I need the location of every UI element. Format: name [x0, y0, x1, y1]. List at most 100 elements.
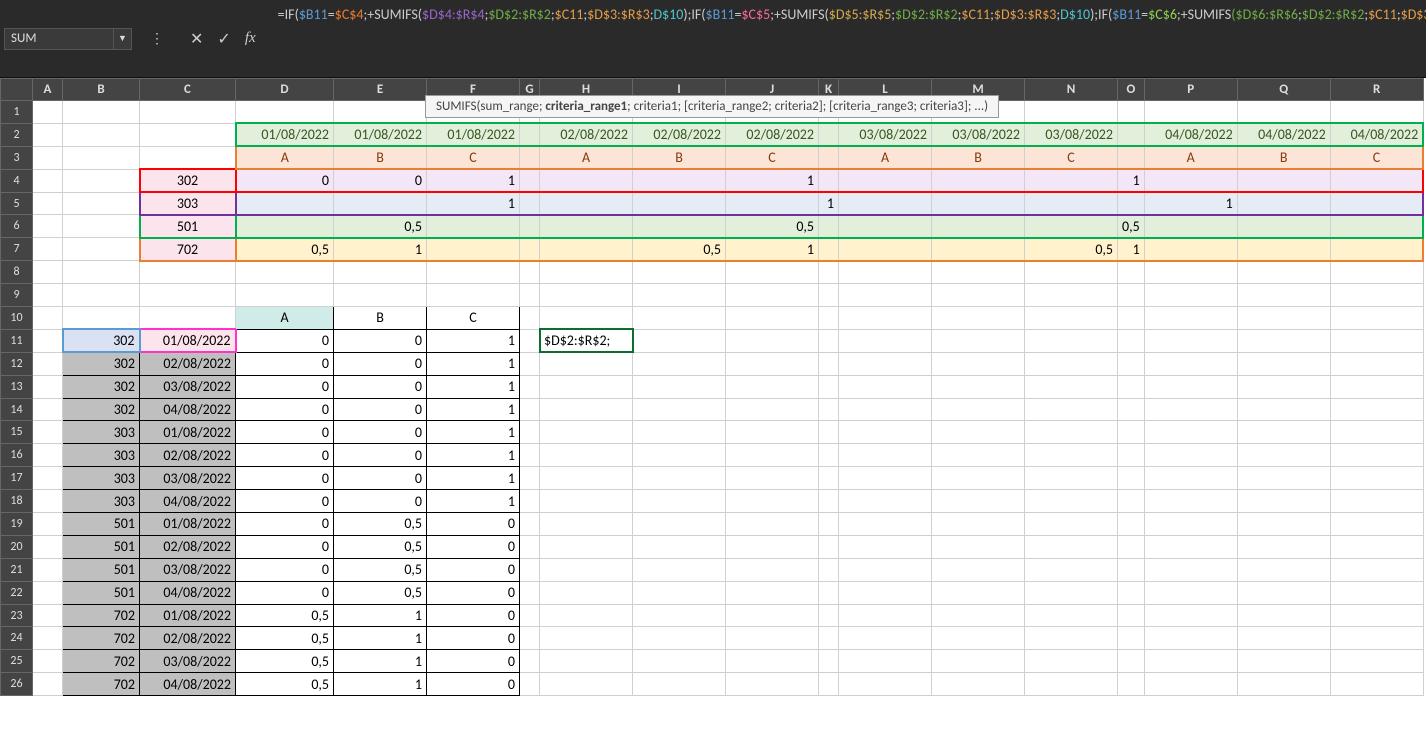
matrix-cell[interactable]	[1237, 215, 1330, 238]
result-cell[interactable]: 0	[427, 627, 520, 650]
matrix-cell[interactable]: 0,5	[1025, 238, 1118, 261]
matrix-cell[interactable]	[1025, 169, 1118, 192]
matrix-cell[interactable]	[1118, 192, 1145, 215]
matrix-cell[interactable]	[520, 169, 540, 192]
id-val[interactable]: 702	[63, 673, 140, 696]
matrix-cell[interactable]	[839, 192, 932, 215]
row-header-9[interactable]: 9	[1, 284, 33, 307]
matrix-cell[interactable]	[932, 169, 1025, 192]
col-header-R[interactable]: R	[1330, 79, 1423, 101]
confirm-icon[interactable]: ✓	[217, 29, 230, 49]
more-icon[interactable]: ⋮	[150, 30, 162, 47]
result-cell[interactable]: 0	[334, 421, 427, 444]
col-header-C[interactable]: C	[140, 79, 236, 101]
row-header-5[interactable]: 5	[1, 192, 33, 215]
matrix-cell[interactable]: 0,5	[1118, 215, 1145, 238]
cancel-icon[interactable]: ✕	[190, 29, 203, 49]
group-header[interactable]: C	[1025, 146, 1118, 169]
result-cell[interactable]: 1	[427, 375, 520, 398]
result-cell[interactable]: 0	[236, 444, 334, 467]
id-val[interactable]: 302	[63, 329, 140, 352]
date-val[interactable]: 03/08/2022	[140, 467, 236, 490]
row-header-23[interactable]: 23	[1, 604, 33, 627]
result-cell[interactable]: 0	[427, 535, 520, 558]
matrix-cell[interactable]	[520, 238, 540, 261]
id-cell[interactable]: 702	[140, 238, 236, 261]
formula-input[interactable]: =IF($B11=$C$4;+SUMIFS($D$4:$R$4;$D$2:$R$…	[270, 0, 1426, 77]
result-cell[interactable]: 0	[427, 604, 520, 627]
date-cell[interactable]: 03/08/2022	[932, 123, 1025, 146]
matrix-cell[interactable]	[932, 192, 1025, 215]
matrix-cell[interactable]	[236, 215, 334, 238]
result-cell[interactable]: 0,5	[334, 581, 427, 604]
date-val[interactable]: 04/08/2022	[140, 398, 236, 421]
matrix-cell[interactable]	[540, 238, 633, 261]
col-header-O[interactable]: O	[1118, 79, 1145, 101]
result-cell[interactable]: 0	[334, 467, 427, 490]
col-header-A[interactable]: A	[33, 79, 63, 101]
id-val[interactable]: 501	[63, 581, 140, 604]
matrix-cell[interactable]	[932, 238, 1025, 261]
row-header-10[interactable]: 10	[1, 307, 33, 330]
group-header[interactable]: C	[1330, 146, 1423, 169]
group-header[interactable]: A	[236, 146, 334, 169]
result-cell[interactable]: 0	[236, 467, 334, 490]
matrix-cell[interactable]	[932, 215, 1025, 238]
matrix-cell[interactable]	[540, 192, 633, 215]
date-cell[interactable]: 03/08/2022	[839, 123, 932, 146]
result-cell[interactable]: 0	[236, 513, 334, 536]
spreadsheet-grid[interactable]: SUMIFS(sum_range; criteria_range1; crite…	[0, 78, 1426, 744]
date-cell[interactable]: 01/08/2022	[334, 123, 427, 146]
matrix-cell[interactable]: 1	[334, 238, 427, 261]
matrix-cell[interactable]: 1	[819, 192, 839, 215]
date-cell[interactable]: 02/08/2022	[726, 123, 819, 146]
result-cell[interactable]: 1	[427, 352, 520, 375]
matrix-cell[interactable]	[427, 238, 520, 261]
id-val[interactable]: 303	[63, 467, 140, 490]
result-cell[interactable]: 0	[236, 329, 334, 352]
matrix-cell[interactable]	[540, 215, 633, 238]
matrix-cell[interactable]	[334, 192, 427, 215]
matrix-cell[interactable]: 1	[427, 192, 520, 215]
col-header-N[interactable]: N	[1025, 79, 1118, 101]
id-val[interactable]: 501	[63, 558, 140, 581]
id-val[interactable]: 501	[63, 535, 140, 558]
name-box-dropdown-icon[interactable]: ▼	[114, 28, 132, 50]
date-cell[interactable]	[1118, 123, 1145, 146]
result-cell[interactable]: 0	[334, 352, 427, 375]
date-val[interactable]: 01/08/2022	[140, 513, 236, 536]
matrix-cell[interactable]	[839, 215, 932, 238]
result-cell[interactable]: 0,5	[334, 513, 427, 536]
result-cell[interactable]: 1	[427, 444, 520, 467]
result-cell[interactable]: 0	[236, 398, 334, 421]
matrix-cell[interactable]	[819, 215, 839, 238]
date-val[interactable]: 01/08/2022	[140, 329, 236, 352]
date-val[interactable]: 04/08/2022	[140, 490, 236, 513]
result-cell[interactable]: 0,5	[236, 627, 334, 650]
date-val[interactable]: 02/08/2022	[140, 535, 236, 558]
row-header-4[interactable]: 4	[1, 169, 33, 192]
date-val[interactable]: 04/08/2022	[140, 581, 236, 604]
date-val[interactable]: 03/08/2022	[140, 650, 236, 673]
row-header-19[interactable]: 19	[1, 513, 33, 536]
result-cell[interactable]: 0,5	[236, 673, 334, 696]
matrix-cell[interactable]	[1330, 215, 1423, 238]
matrix-cell[interactable]	[427, 215, 520, 238]
matrix-cell[interactable]: 0,5	[334, 215, 427, 238]
matrix-cell[interactable]: 1	[1144, 192, 1237, 215]
date-cell[interactable]	[520, 123, 540, 146]
row-header-26[interactable]: 26	[1, 673, 33, 696]
matrix-cell[interactable]	[1330, 192, 1423, 215]
id-val[interactable]: 702	[63, 627, 140, 650]
row-header-18[interactable]: 18	[1, 490, 33, 513]
result-header[interactable]: A	[236, 307, 334, 330]
row-header-13[interactable]: 13	[1, 375, 33, 398]
result-cell[interactable]: 0,5	[334, 558, 427, 581]
id-val[interactable]: 702	[63, 604, 140, 627]
result-cell[interactable]: 0,5	[236, 604, 334, 627]
result-cell[interactable]: 0	[236, 490, 334, 513]
date-cell[interactable]: 03/08/2022	[1025, 123, 1118, 146]
matrix-cell[interactable]	[1144, 169, 1237, 192]
matrix-cell[interactable]	[1025, 215, 1118, 238]
result-header[interactable]: B	[334, 307, 427, 330]
